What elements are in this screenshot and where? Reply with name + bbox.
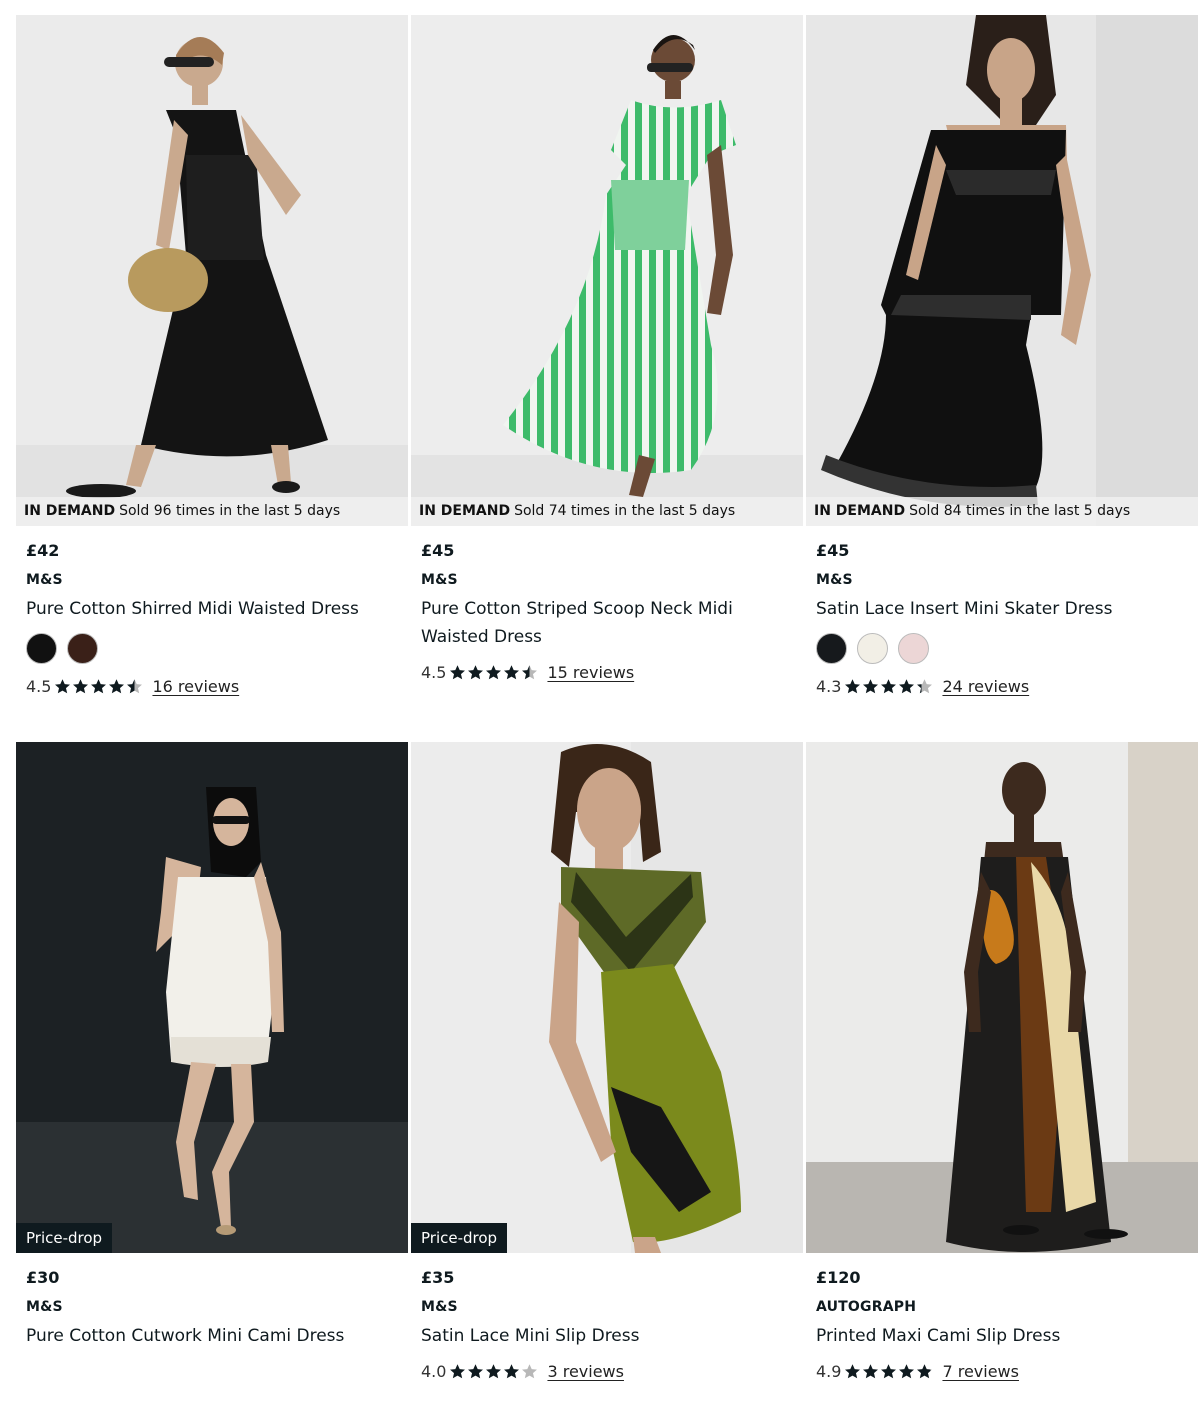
product-name[interactable]: Satin Lace Insert Mini Skater Dress <box>816 595 1176 623</box>
swatch-black[interactable] <box>26 633 57 664</box>
star-icon <box>91 678 107 693</box>
star-icon <box>450 1363 466 1378</box>
product-brand: M&S <box>26 1299 63 1315</box>
star-icon <box>73 678 89 693</box>
star-icon <box>468 1363 484 1378</box>
star-icon <box>881 678 897 693</box>
star-icon <box>899 1363 915 1378</box>
product-rating: 4.3 24 reviews <box>816 675 1198 697</box>
star-icon <box>863 1363 879 1378</box>
color-swatches <box>26 633 408 665</box>
product-image[interactable]: IN DEMAND Sold 74 times in the last 5 day… <box>411 15 803 526</box>
product-price: £42 <box>26 541 60 560</box>
product-price: £30 <box>26 1268 60 1287</box>
rating-score: 4.0 <box>421 1361 447 1381</box>
star-rating-icon <box>449 1363 539 1380</box>
star-icon <box>55 678 71 693</box>
reviews-link[interactable]: 16 reviews <box>152 677 239 696</box>
product-rating: 4.5 15 reviews <box>421 661 803 683</box>
star-icon <box>899 678 915 693</box>
star-icon <box>109 678 125 693</box>
product-name[interactable]: Pure Cotton Striped Scoop Neck Midi Wais… <box>421 595 781 651</box>
product-card[interactable]: £120 AUTOGRAPH Printed Maxi Cami Slip Dr… <box>806 742 1198 1382</box>
star-rating-icon <box>844 1363 934 1380</box>
product-price: £35 <box>421 1268 455 1287</box>
star-icon <box>917 1363 933 1378</box>
product-name[interactable]: Pure Cotton Cutwork Mini Cami Dress <box>26 1322 386 1350</box>
product-name[interactable]: Printed Maxi Cami Slip Dress <box>816 1322 1176 1350</box>
product-card[interactable]: IN DEMAND Sold 74 times in the last 5 day… <box>411 15 803 683</box>
reviews-link[interactable]: 15 reviews <box>547 663 634 682</box>
star-icon <box>450 664 466 679</box>
star-icon <box>881 1363 897 1378</box>
price-drop-badge: Price-drop <box>411 1223 508 1253</box>
price-drop-badge: Price-drop <box>16 1223 113 1253</box>
product-rating: 4.0 3 reviews <box>421 1360 803 1382</box>
star-rating-icon <box>844 678 934 695</box>
product-brand: M&S <box>421 572 458 588</box>
swatch-cream[interactable] <box>857 633 888 664</box>
product-card[interactable]: Price-drop £35 M&S Satin Lace Mini Slip … <box>411 742 803 1382</box>
product-card[interactable]: Price-drop £30 M&S Pure Cotton Cutwork M… <box>16 742 408 1350</box>
product-image[interactable]: Price-drop <box>16 742 408 1253</box>
product-name[interactable]: Satin Lace Mini Slip Dress <box>421 1322 781 1350</box>
star-icon <box>522 664 538 679</box>
reviews-link[interactable]: 7 reviews <box>942 1362 1019 1381</box>
swatch-brown[interactable] <box>67 633 98 664</box>
badge-label: IN DEMAND <box>24 503 116 519</box>
in-demand-badge: IN DEMAND Sold 74 times in the last 5 day… <box>411 497 803 526</box>
swatch-pink[interactable] <box>898 633 929 664</box>
star-icon <box>845 678 861 693</box>
rating-score: 4.5 <box>421 662 447 682</box>
star-icon <box>504 1363 520 1378</box>
badge-text: Sold 74 times in the last 5 days <box>514 503 736 519</box>
product-card[interactable]: IN DEMAND Sold 96 times in the last 5 day… <box>16 15 408 697</box>
badge-label: IN DEMAND <box>419 503 511 519</box>
star-icon <box>845 1363 861 1378</box>
star-icon <box>863 678 879 693</box>
product-price: £45 <box>816 541 850 560</box>
star-rating-icon <box>54 678 144 695</box>
product-image[interactable] <box>806 742 1198 1253</box>
badge-text: Sold 84 times in the last 5 days <box>909 503 1131 519</box>
product-brand: AUTOGRAPH <box>816 1299 917 1315</box>
product-image[interactable]: IN DEMAND Sold 96 times in the last 5 day… <box>16 15 408 526</box>
rating-score: 4.9 <box>816 1361 842 1381</box>
star-icon <box>917 678 933 693</box>
star-icon <box>504 664 520 679</box>
reviews-link[interactable]: 24 reviews <box>942 677 1029 696</box>
product-brand: M&S <box>26 572 63 588</box>
reviews-link[interactable]: 3 reviews <box>547 1362 624 1381</box>
rating-score: 4.3 <box>816 676 842 696</box>
product-price: £120 <box>816 1268 861 1287</box>
in-demand-badge: IN DEMAND Sold 96 times in the last 5 day… <box>16 497 408 526</box>
product-brand: M&S <box>816 572 853 588</box>
product-image[interactable]: Price-drop <box>411 742 803 1253</box>
product-price: £45 <box>421 541 455 560</box>
product-card[interactable]: IN DEMAND Sold 84 times in the last 5 day… <box>806 15 1198 697</box>
star-icon <box>486 664 502 679</box>
product-brand: M&S <box>421 1299 458 1315</box>
star-icon <box>468 664 484 679</box>
product-image[interactable]: IN DEMAND Sold 84 times in the last 5 day… <box>806 15 1198 526</box>
swatch-black[interactable] <box>816 633 847 664</box>
product-rating: 4.9 7 reviews <box>816 1360 1198 1382</box>
star-icon <box>127 678 143 693</box>
rating-score: 4.5 <box>26 676 52 696</box>
in-demand-badge: IN DEMAND Sold 84 times in the last 5 day… <box>806 497 1198 526</box>
star-icon <box>522 1363 538 1378</box>
product-rating: 4.5 16 reviews <box>26 675 408 697</box>
star-icon <box>486 1363 502 1378</box>
badge-label: IN DEMAND <box>814 503 906 519</box>
badge-text: Sold 96 times in the last 5 days <box>119 503 341 519</box>
product-name[interactable]: Pure Cotton Shirred Midi Waisted Dress <box>26 595 386 623</box>
color-swatches <box>816 633 1198 665</box>
star-rating-icon <box>449 664 539 681</box>
